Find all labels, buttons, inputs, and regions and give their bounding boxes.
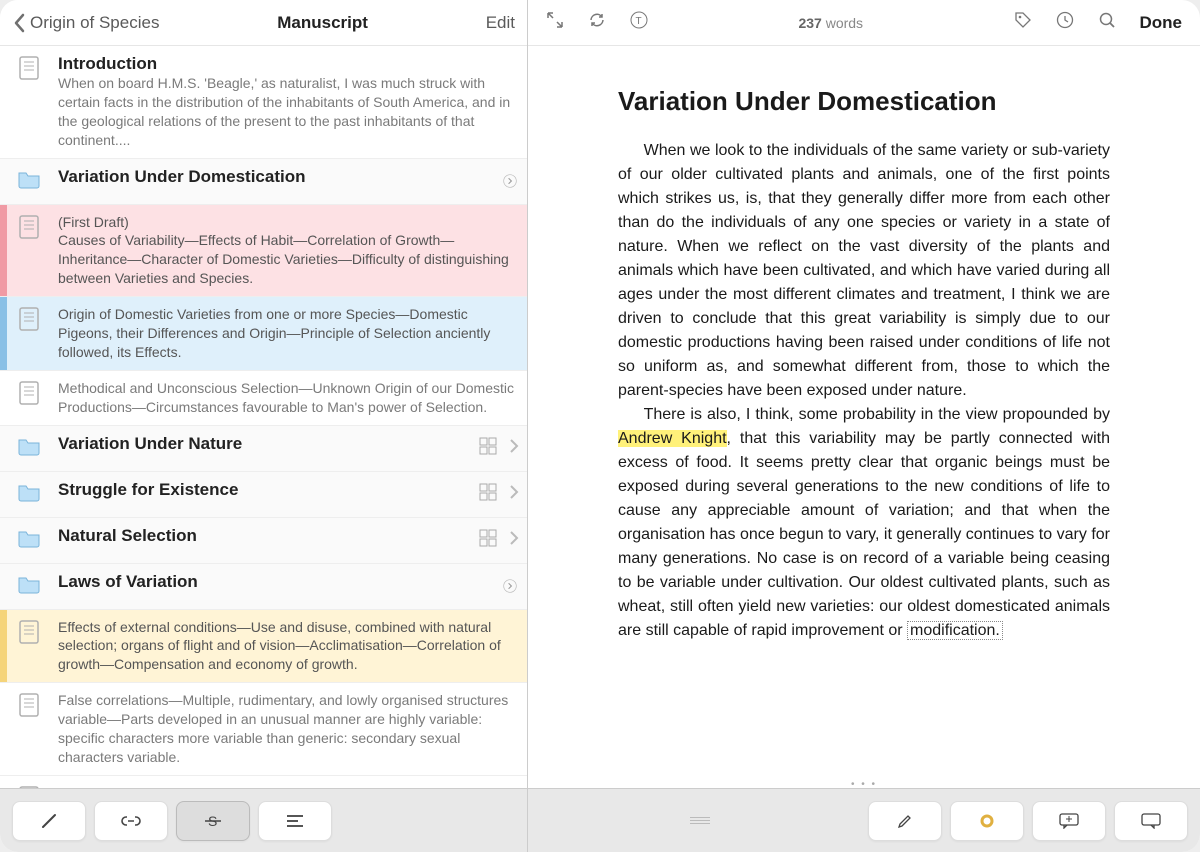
back-label: Origin of Species xyxy=(30,13,159,33)
folder-icon xyxy=(17,482,41,507)
document-icon xyxy=(19,620,39,649)
tag-icon[interactable] xyxy=(1014,11,1032,34)
link-button[interactable] xyxy=(94,801,168,841)
strikethrough-button[interactable]: S xyxy=(176,801,250,841)
section-title: Variation Under Domestication xyxy=(58,167,483,187)
split-handle[interactable]: • • • xyxy=(528,779,1200,790)
cursor-word: modification. xyxy=(907,621,1003,640)
chevron-right-icon[interactable] xyxy=(509,485,519,504)
left-header: Origin of Species Manuscript Edit xyxy=(0,0,527,46)
section-title: Laws of Variation xyxy=(58,572,483,592)
folder-icon xyxy=(17,436,41,461)
left-bottom-toolbar: S xyxy=(0,788,527,852)
drag-lines-icon[interactable] xyxy=(540,801,860,840)
word-count[interactable]: 237 words xyxy=(798,15,863,31)
corkboard-icon[interactable] xyxy=(479,483,497,506)
folder-icon xyxy=(17,528,41,553)
done-button[interactable]: Done xyxy=(1140,13,1183,33)
compose-button[interactable] xyxy=(12,801,86,841)
folder-icon xyxy=(17,574,41,599)
back-button[interactable]: Origin of Species xyxy=(12,13,159,33)
outline-item[interactable]: Species of the same genus vary in an ana… xyxy=(0,776,527,788)
item-preview: Methodical and Unconscious Selection—Unk… xyxy=(58,379,517,417)
section-title: Struggle for Existence xyxy=(58,480,447,500)
item-preview: When on board H.M.S. 'Beagle,' as natura… xyxy=(58,74,517,150)
comment-button[interactable] xyxy=(1114,801,1188,841)
outline-item[interactable]: Methodical and Unconscious Selection—Unk… xyxy=(0,371,527,426)
search-icon[interactable] xyxy=(1098,11,1116,34)
section-struggle-existence[interactable]: Struggle for Existence xyxy=(0,472,527,518)
section-title: Natural Selection xyxy=(58,526,447,546)
outline-item[interactable]: False correlations—Multiple, rudimentary… xyxy=(0,683,527,776)
document-icon xyxy=(19,786,39,788)
item-preview: Effects of external conditions—Use and d… xyxy=(58,618,517,675)
corkboard-icon[interactable] xyxy=(479,437,497,460)
paragraph-text: There is also, I think, some probability… xyxy=(644,406,1110,423)
disclosure-button[interactable] xyxy=(493,564,527,609)
section-variation-nature[interactable]: Variation Under Nature xyxy=(0,426,527,472)
section-natural-selection[interactable]: Natural Selection xyxy=(0,518,527,564)
align-button[interactable] xyxy=(258,801,332,841)
chevron-right-icon[interactable] xyxy=(509,439,519,458)
svg-text:T: T xyxy=(636,16,642,27)
label-stripe xyxy=(0,297,7,370)
item-title: Introduction xyxy=(58,54,517,74)
document-icon xyxy=(19,693,39,722)
label-stripe xyxy=(0,205,7,297)
document-icon xyxy=(19,307,39,336)
disclosure-button[interactable] xyxy=(493,159,527,204)
outline-item[interactable]: Origin of Domestic Varieties from one or… xyxy=(0,297,527,371)
document-icon xyxy=(19,215,39,244)
comment-add-button[interactable] xyxy=(1032,801,1106,841)
edit-button[interactable]: Edit xyxy=(486,13,515,33)
right-bottom-toolbar: • • • xyxy=(528,788,1200,852)
outline-list[interactable]: Introduction When on board H.M.S. 'Beagl… xyxy=(0,46,527,788)
highlighter-button[interactable] xyxy=(868,801,942,841)
text-editor[interactable]: Variation Under Domestication When we lo… xyxy=(528,46,1200,788)
item-preview: Origin of Domestic Varieties from one or… xyxy=(58,305,517,362)
document-icon xyxy=(19,56,39,85)
item-subtitle: (First Draft) xyxy=(58,213,517,232)
sync-icon[interactable] xyxy=(588,11,606,34)
item-preview: False correlations—Multiple, rudimentary… xyxy=(58,691,517,767)
back-chevron-icon xyxy=(12,13,26,33)
section-laws-variation[interactable]: Laws of Variation xyxy=(0,564,527,610)
expand-icon[interactable] xyxy=(546,11,564,34)
outline-item[interactable]: Effects of external conditions—Use and d… xyxy=(0,610,527,684)
document-title: Variation Under Domestication xyxy=(618,86,1110,117)
section-title: Variation Under Nature xyxy=(58,434,447,454)
color-button[interactable] xyxy=(950,801,1024,841)
outline-item[interactable]: (First Draft) Causes of Variability—Effe… xyxy=(0,205,527,298)
binder-pane: Origin of Species Manuscript Edit Introd… xyxy=(0,0,528,852)
editor-header: T 237 words Done xyxy=(528,0,1200,46)
typewriter-icon[interactable]: T xyxy=(630,11,648,34)
binder-title: Manuscript xyxy=(159,13,485,33)
paragraph-text: When we look to the individuals of the s… xyxy=(618,142,1110,399)
folder-icon xyxy=(17,169,41,194)
editor-pane: T 237 words Done Variation Under Domesti… xyxy=(528,0,1200,852)
label-stripe xyxy=(0,610,7,683)
outline-item-introduction[interactable]: Introduction When on board H.M.S. 'Beagl… xyxy=(0,46,527,159)
corkboard-icon[interactable] xyxy=(479,529,497,552)
item-preview: Species of the same genus vary in an ana… xyxy=(58,784,517,788)
section-variation-domestication[interactable]: Variation Under Domestication xyxy=(0,159,527,205)
item-preview: Causes of Variability—Effects of Habit—C… xyxy=(58,231,517,288)
paragraph-text: , that this variability may be partly co… xyxy=(618,430,1110,639)
highlighted-text: Andrew Knight xyxy=(618,430,727,447)
chevron-right-icon[interactable] xyxy=(509,531,519,550)
history-icon[interactable] xyxy=(1056,11,1074,34)
document-icon xyxy=(19,381,39,410)
